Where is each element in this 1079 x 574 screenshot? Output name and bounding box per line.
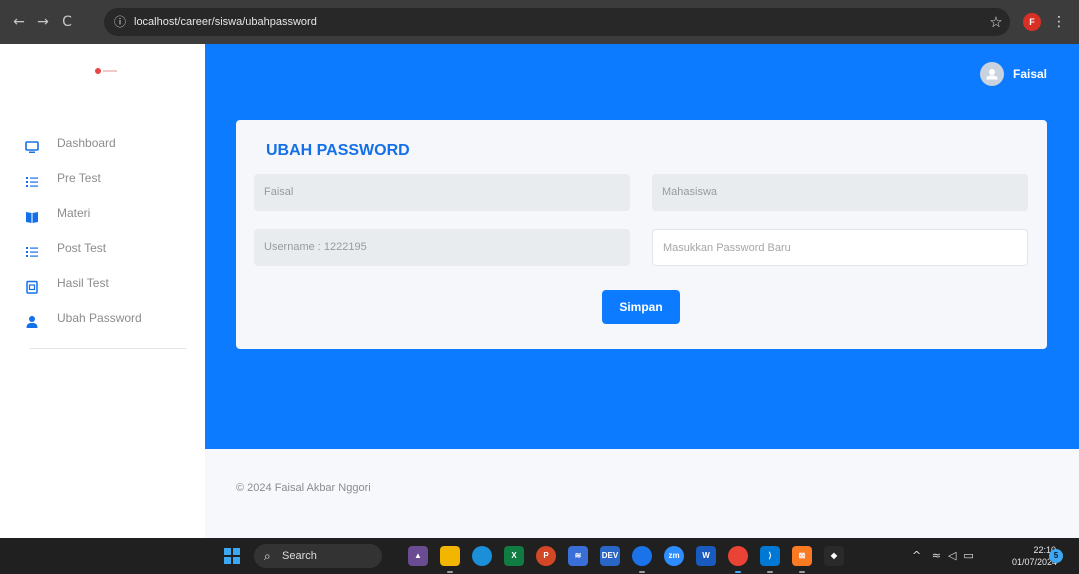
username-field[interactable]: Username : 1222195 [254, 229, 630, 266]
sidebar-item-hasil-test[interactable]: Hasil Test [0, 270, 205, 305]
avatar [980, 62, 1004, 86]
sidebar-item-post-test[interactable]: Post Test [0, 235, 205, 270]
dev-app-icon[interactable]: DEV [600, 546, 620, 566]
windows-start-icon[interactable] [224, 548, 240, 564]
sidebar-item-pre-test[interactable]: Pre Test [0, 165, 205, 200]
git-icon[interactable]: ◆ [824, 546, 844, 566]
browser-toolbar: ← → C ⓘ localhost/career/siswa/ubahpassw… [0, 0, 1079, 44]
reload-icon[interactable]: C [56, 10, 78, 34]
sidebar-divider [30, 348, 186, 349]
chevron-up-icon[interactable]: ^ [912, 549, 921, 562]
name-value: Faisal [264, 186, 294, 198]
role-field[interactable]: Mahasiswa [652, 174, 1028, 211]
name-field[interactable]: Faisal [254, 174, 630, 211]
save-button[interactable]: Simpan [602, 290, 680, 324]
sidebar-item-label: Pre Test [57, 171, 101, 185]
edge-browser-icon[interactable] [472, 546, 492, 566]
wifi-icon[interactable]: ≈ [932, 549, 941, 562]
notification-badge[interactable]: 5 [1049, 549, 1063, 563]
word-icon[interactable]: W [696, 546, 716, 566]
chrome-profile-icon[interactable] [728, 546, 748, 566]
user-icon [26, 316, 38, 328]
sidebar-item-label: Materi [57, 206, 91, 220]
user-icon [986, 69, 998, 80]
battery-icon[interactable]: ▭ [963, 549, 973, 562]
powerpoint-icon[interactable]: P [536, 546, 556, 566]
sidebar-item-label: Hasil Test [57, 276, 109, 290]
footer: © 2024 Faisal Akbar Nggori [205, 449, 1079, 538]
sidebar: Dashboard Pre Test Materi Post Test Hasi… [0, 44, 205, 538]
sidebar-item-dashboard[interactable]: Dashboard [0, 130, 205, 165]
search-label: Search [282, 550, 317, 562]
clipboard-icon [26, 280, 38, 294]
xampp-icon[interactable]: ⊠ [792, 546, 812, 566]
zoom-icon[interactable]: zm [664, 546, 684, 566]
list-icon [26, 177, 38, 187]
chrome-icon[interactable] [632, 546, 652, 566]
user-name: Faisal [1013, 67, 1048, 81]
taskbar-search[interactable]: ⌕ Search [254, 544, 382, 568]
sidebar-nav: Dashboard Pre Test Materi Post Test Hasi… [0, 130, 205, 340]
search-icon: ⌕ [264, 549, 271, 563]
monitor-icon [25, 141, 39, 153]
sidebar-item-materi[interactable]: Materi [0, 200, 205, 235]
new-password-field[interactable] [652, 229, 1028, 266]
app-stack-icon[interactable]: ≋ [568, 546, 588, 566]
username-value: Username : 1222195 [264, 241, 367, 253]
app-logo[interactable] [95, 68, 117, 74]
list-icon [26, 247, 38, 257]
vscode-icon[interactable]: ⟩ [760, 546, 780, 566]
role-value: Mahasiswa [662, 186, 718, 198]
photos-app-icon[interactable]: ▲ [408, 546, 428, 566]
sidebar-item-label: Post Test [57, 241, 107, 255]
address-bar[interactable]: ⓘ localhost/career/siswa/ubahpassword [104, 8, 1010, 36]
page-title: UBAH PASSWORD [266, 142, 410, 159]
sidebar-item-label: Ubah Password [57, 311, 142, 325]
forward-arrow-icon[interactable]: → [32, 10, 54, 34]
os-taskbar: ⌕ Search ▲ X P ≋ DEV zm W ⟩ ⊠ ◆ ^ ≈ ◁ ▭ … [0, 538, 1079, 574]
sidebar-item-ubah-password[interactable]: Ubah Password [0, 305, 205, 340]
profile-avatar[interactable]: F [1023, 13, 1041, 31]
sidebar-item-label: Dashboard [57, 136, 116, 150]
book-icon [26, 212, 38, 223]
back-arrow-icon[interactable]: ← [8, 10, 30, 34]
speaker-icon[interactable]: ◁ [948, 549, 956, 562]
change-password-card: UBAH PASSWORD Faisal Mahasiswa Username … [236, 120, 1047, 349]
address-url: localhost/career/siswa/ubahpassword [134, 16, 317, 28]
footer-copyright: © 2024 Faisal Akbar Nggori [236, 482, 371, 494]
file-explorer-icon[interactable] [440, 546, 460, 566]
site-info-icon[interactable]: ⓘ [114, 8, 126, 36]
bookmark-star-icon[interactable]: ☆ [984, 8, 1008, 36]
system-tray[interactable]: ^ ≈ ◁ ▭ [912, 538, 974, 574]
browser-menu-icon[interactable]: ⋮ [1052, 8, 1066, 36]
new-password-input[interactable] [663, 230, 1027, 266]
excel-icon[interactable]: X [504, 546, 524, 566]
